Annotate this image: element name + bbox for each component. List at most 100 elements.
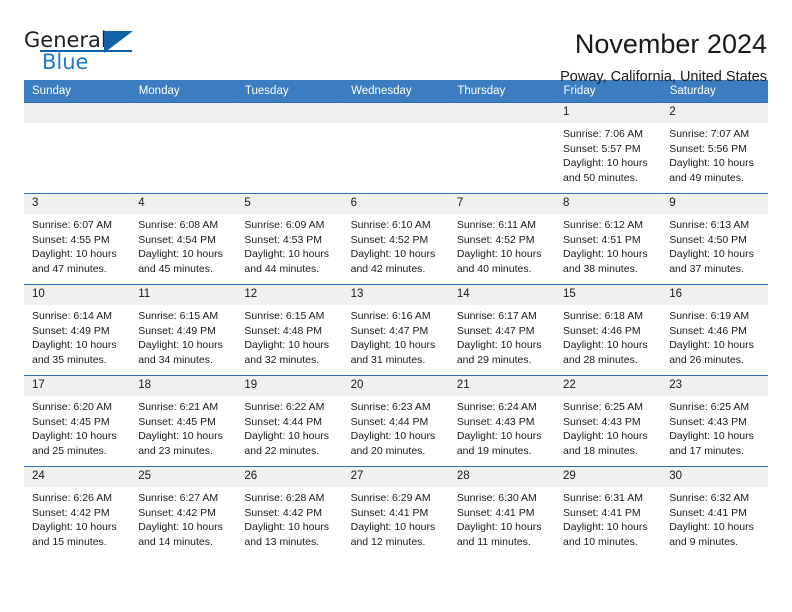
sunset-text: Sunset: 4:43 PM [669,415,747,428]
daylight-text: Daylight: 10 hours and 50 minutes. [563,157,648,184]
day-details: Sunrise: 6:20 AM Sunset: 4:45 PM Daylight:… [24,396,130,458]
calendar-day-cell[interactable]: 28 Sunrise: 6:30 AM Sunset: 4:41 PM Dayligh… [448,466,556,557]
day-number: 3 [24,194,131,214]
day-number: 16 [661,285,768,305]
calendar-day-cell[interactable]: 27 Sunrise: 6:29 AM Sunset: 4:41 PM Dayligh… [342,466,449,557]
day-details: Sunrise: 6:15 AM Sunset: 4:48 PM Daylight:… [236,305,342,367]
sunrise-text: Sunrise: 6:16 AM [350,310,431,322]
calendar-day-cell[interactable]: 7 Sunrise: 6:11 AM Sunset: 4:52 PM Daylight… [448,193,556,285]
sunset-text: Sunset: 4:42 PM [138,506,216,519]
calendar-day-cell[interactable]: 14 Sunrise: 6:17 AM Sunset: 4:47 PM Dayligh… [448,284,556,376]
daylight-text: Daylight: 10 hours and 35 minutes. [32,339,117,366]
daylight-text: Daylight: 10 hours and 13 minutes. [244,521,330,548]
calendar-day-cell[interactable]: 5 Sunrise: 6:09 AM Sunset: 4:53 PM Daylight… [236,193,343,285]
sunset-text: Sunset: 4:53 PM [244,233,323,246]
day-number: 11 [130,285,237,305]
day-number: 5 [236,194,343,214]
day-number: 29 [555,467,662,487]
calendar-day-cell[interactable]: 30 Sunrise: 6:32 AM Sunset: 4:41 PM Dayligh… [661,466,768,557]
calendar-day-cell[interactable]: 20 Sunrise: 6:23 AM Sunset: 4:44 PM Dayligh… [342,375,449,467]
sunrise-text: Sunrise: 6:25 AM [669,401,750,413]
sunrise-text: Sunrise: 6:31 AM [563,492,643,504]
day-details: Sunrise: 6:27 AM Sunset: 4:42 PM Daylight:… [130,487,236,549]
day-number: 26 [236,467,343,487]
calendar-day-cell[interactable]: 18 Sunrise: 6:21 AM Sunset: 4:45 PM Dayligh… [130,375,237,467]
weekday-header-monday: Monday [130,80,237,103]
calendar-day-cell[interactable]: 19 Sunrise: 6:22 AM Sunset: 4:44 PM Dayligh… [236,375,343,467]
day-details: Sunrise: 6:26 AM Sunset: 4:42 PM Daylight:… [24,487,130,549]
daylight-text: Daylight: 10 hours and 10 minutes. [563,521,648,548]
calendar-day-cell[interactable]: 24 Sunrise: 6:26 AM Sunset: 4:42 PM Dayligh… [24,466,131,557]
daylight-text: Daylight: 10 hours and 22 minutes. [244,430,330,457]
calendar-day-cell-empty [24,102,131,194]
daylight-text: Daylight: 10 hours and 20 minutes. [350,430,436,457]
sunset-text: Sunset: 4:52 PM [350,233,429,246]
daylight-text: Daylight: 10 hours and 26 minutes. [669,339,754,366]
calendar-day-cell[interactable]: 21 Sunrise: 6:24 AM Sunset: 4:43 PM Dayligh… [448,375,556,467]
calendar-day-cell[interactable]: 10 Sunrise: 6:14 AM Sunset: 4:49 PM Dayligh… [24,284,131,376]
page-header: General Blue November 2024 Poway, Califo… [24,0,768,85]
calendar-day-cell-empty [236,102,343,194]
sunrise-sunset-calendar: Sunday Monday Tuesday Wednesday Thursday… [24,80,769,557]
sunrise-text: Sunrise: 7:07 AM [669,128,750,140]
calendar-day-cell[interactable]: 22 Sunrise: 6:25 AM Sunset: 4:43 PM Dayligh… [555,375,662,467]
sunrise-text: Sunrise: 6:28 AM [244,492,325,504]
sunrise-text: Sunrise: 6:20 AM [32,401,112,413]
calendar-day-cell[interactable]: 23 Sunrise: 6:25 AM Sunset: 4:43 PM Dayligh… [661,375,768,467]
day-details: Sunrise: 6:15 AM Sunset: 4:49 PM Daylight:… [130,305,236,367]
calendar-body: 1 Sunrise: 7:06 AM Sunset: 5:57 PM Daylight… [24,102,768,557]
sunset-text: Sunset: 4:45 PM [138,415,216,428]
sunset-text: Sunset: 5:56 PM [669,142,747,155]
calendar-day-cell[interactable]: 29 Sunrise: 6:31 AM Sunset: 4:41 PM Dayligh… [555,466,662,557]
sunrise-text: Sunrise: 6:07 AM [32,219,112,231]
day-number: 1 [555,103,662,123]
daylight-text: Daylight: 10 hours and 31 minutes. [350,339,436,366]
calendar-day-cell-empty [342,102,449,194]
sunset-text: Sunset: 4:41 PM [563,506,641,519]
day-number: 2 [661,103,768,123]
day-details: Sunrise: 6:09 AM Sunset: 4:53 PM Daylight:… [236,214,342,276]
day-details: Sunrise: 7:06 AM Sunset: 5:57 PM Daylight:… [555,123,661,185]
general-blue-logo[interactable]: General Blue [24,28,144,76]
sunset-text: Sunset: 4:54 PM [138,233,216,246]
calendar-day-cell[interactable]: 13 Sunrise: 6:16 AM Sunset: 4:47 PM Dayligh… [342,284,449,376]
daylight-text: Daylight: 10 hours and 28 minutes. [563,339,648,366]
day-details: Sunrise: 7:07 AM Sunset: 5:56 PM Daylight:… [661,123,767,185]
daylight-text: Daylight: 10 hours and 44 minutes. [244,248,330,275]
daylight-text: Daylight: 10 hours and 47 minutes. [32,248,117,275]
day-number [24,103,131,123]
calendar-day-cell[interactable]: 11 Sunrise: 6:15 AM Sunset: 4:49 PM Dayligh… [130,284,237,376]
sunset-text: Sunset: 4:47 PM [456,324,535,337]
calendar-week-row: 10 Sunrise: 6:14 AM Sunset: 4:49 PM Dayligh… [24,284,768,376]
calendar-day-cell[interactable]: 3 Sunrise: 6:07 AM Sunset: 4:55 PM Daylight… [24,193,131,285]
day-details: Sunrise: 6:29 AM Sunset: 4:41 PM Daylight:… [343,487,449,549]
logo-text-general: General [24,28,107,52]
calendar-day-cell[interactable]: 12 Sunrise: 6:15 AM Sunset: 4:48 PM Dayligh… [236,284,343,376]
day-details: Sunrise: 6:18 AM Sunset: 4:46 PM Daylight:… [555,305,661,367]
daylight-text: Daylight: 10 hours and 12 minutes. [350,521,436,548]
weekday-header-wednesday: Wednesday [342,80,450,103]
calendar-day-cell[interactable]: 2 Sunrise: 7:07 AM Sunset: 5:56 PM Daylight… [661,102,768,194]
calendar-day-cell[interactable]: 8 Sunrise: 6:12 AM Sunset: 4:51 PM Daylight… [555,193,662,285]
calendar-day-cell[interactable]: 9 Sunrise: 6:13 AM Sunset: 4:50 PM Daylight… [661,193,768,285]
sunrise-text: Sunrise: 6:21 AM [138,401,219,413]
calendar-day-cell[interactable]: 26 Sunrise: 6:28 AM Sunset: 4:42 PM Dayligh… [236,466,343,557]
calendar-day-cell[interactable]: 6 Sunrise: 6:10 AM Sunset: 4:52 PM Daylight… [342,193,449,285]
sunrise-text: Sunrise: 6:26 AM [32,492,112,504]
calendar-day-cell[interactable]: 4 Sunrise: 6:08 AM Sunset: 4:54 PM Daylight… [130,193,237,285]
day-number: 21 [448,376,556,396]
calendar-day-cell[interactable]: 1 Sunrise: 7:06 AM Sunset: 5:57 PM Daylight… [555,102,662,194]
daylight-text: Daylight: 10 hours and 42 minutes. [350,248,436,275]
calendar-day-cell[interactable]: 16 Sunrise: 6:19 AM Sunset: 4:46 PM Dayligh… [661,284,768,376]
calendar-day-cell[interactable]: 15 Sunrise: 6:18 AM Sunset: 4:46 PM Dayligh… [555,284,662,376]
day-details: Sunrise: 6:24 AM Sunset: 4:43 PM Daylight:… [449,396,555,458]
day-number [236,103,343,123]
daylight-text: Daylight: 10 hours and 14 minutes. [138,521,223,548]
calendar-day-cell[interactable]: 17 Sunrise: 6:20 AM Sunset: 4:45 PM Dayligh… [24,375,131,467]
day-details: Sunrise: 6:30 AM Sunset: 4:41 PM Daylight:… [449,487,555,549]
calendar-day-cell[interactable]: 25 Sunrise: 6:27 AM Sunset: 4:42 PM Dayligh… [130,466,237,557]
day-number: 7 [448,194,556,214]
calendar-week-row: 24 Sunrise: 6:26 AM Sunset: 4:42 PM Dayligh… [24,466,768,557]
day-number: 24 [24,467,131,487]
day-details: Sunrise: 6:25 AM Sunset: 4:43 PM Daylight:… [555,396,661,458]
